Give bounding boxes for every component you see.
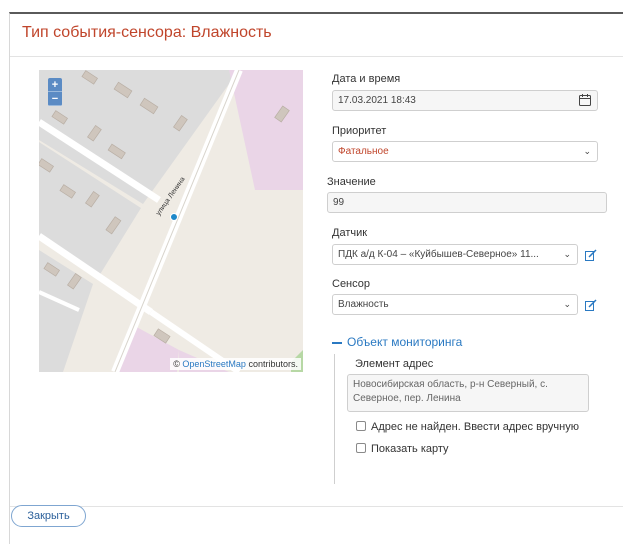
copyright-symbol: © [173, 359, 180, 369]
osm-link[interactable]: OpenStreetMap [182, 359, 246, 369]
sensor-value: Влажность [338, 299, 389, 310]
priority-select[interactable]: Фатальное ⌄ [332, 141, 598, 162]
edit-sensor-icon[interactable] [585, 299, 597, 311]
detector-value: ПДК а/д К-04 – «Куйбышев-Северное» 11... [338, 249, 539, 260]
address-not-found-label: Адрес не найден. Ввести адрес вручную [371, 421, 579, 433]
dialog-title: Тип события-сенсора: Влажность [22, 24, 272, 41]
address-field[interactable]: Новосибирская область, р-н Северный, с. … [347, 374, 589, 412]
section-rule [334, 354, 335, 484]
zoom-controls: + − [48, 78, 62, 106]
footer-divider [10, 506, 623, 507]
monitoring-title: Объект мониторинга [347, 335, 463, 349]
chevron-down-icon: ⌄ [583, 146, 591, 156]
datetime-label: Дата и время [332, 73, 401, 85]
datetime-field[interactable]: 17.03.2021 18:43 [332, 90, 598, 111]
value-label: Значение [327, 176, 376, 188]
sensor-label: Сенсор [332, 278, 370, 290]
detector-label: Датчик [332, 227, 368, 239]
attribution-suffix: contributors. [248, 359, 298, 369]
checkbox-box [356, 421, 366, 431]
zoom-out-button[interactable]: − [48, 92, 62, 106]
chevron-down-icon: ⌄ [563, 299, 571, 309]
location-marker-icon[interactable] [170, 213, 178, 221]
address-label: Элемент адрес [355, 358, 434, 370]
close-button[interactable]: Закрыть [11, 505, 86, 527]
edit-detector-icon[interactable] [585, 249, 597, 261]
chevron-down-icon: ⌄ [563, 249, 571, 259]
value-field[interactable]: 99 [327, 192, 607, 213]
show-map-checkbox[interactable]: Показать карту [356, 443, 449, 455]
monitoring-section-toggle[interactable]: Объект мониторинга [332, 335, 462, 349]
sensor-event-dialog: Тип события-сенсора: Влажность + − улица… [9, 12, 623, 544]
title-divider [10, 56, 623, 57]
address-not-found-checkbox[interactable]: Адрес не найден. Ввести адрес вручную [356, 421, 579, 433]
map-tiles [39, 70, 303, 372]
calendar-icon[interactable] [579, 94, 591, 106]
priority-label: Приоритет [332, 125, 387, 137]
detector-select[interactable]: ПДК а/д К-04 – «Куйбышев-Северное» 11...… [332, 244, 578, 265]
map-view[interactable]: + − улица Ленина © OpenStreetMap contrib… [39, 70, 303, 372]
checkbox-box [356, 443, 366, 453]
sensor-select[interactable]: Влажность ⌄ [332, 294, 578, 315]
map-attribution: © OpenStreetMap contributors. [170, 358, 301, 370]
collapse-icon [332, 341, 342, 344]
value-text: 99 [333, 197, 345, 208]
datetime-value: 17.03.2021 18:43 [338, 95, 416, 106]
zoom-in-button[interactable]: + [48, 78, 62, 92]
priority-value: Фатальное [338, 146, 389, 157]
show-map-label: Показать карту [371, 443, 449, 455]
